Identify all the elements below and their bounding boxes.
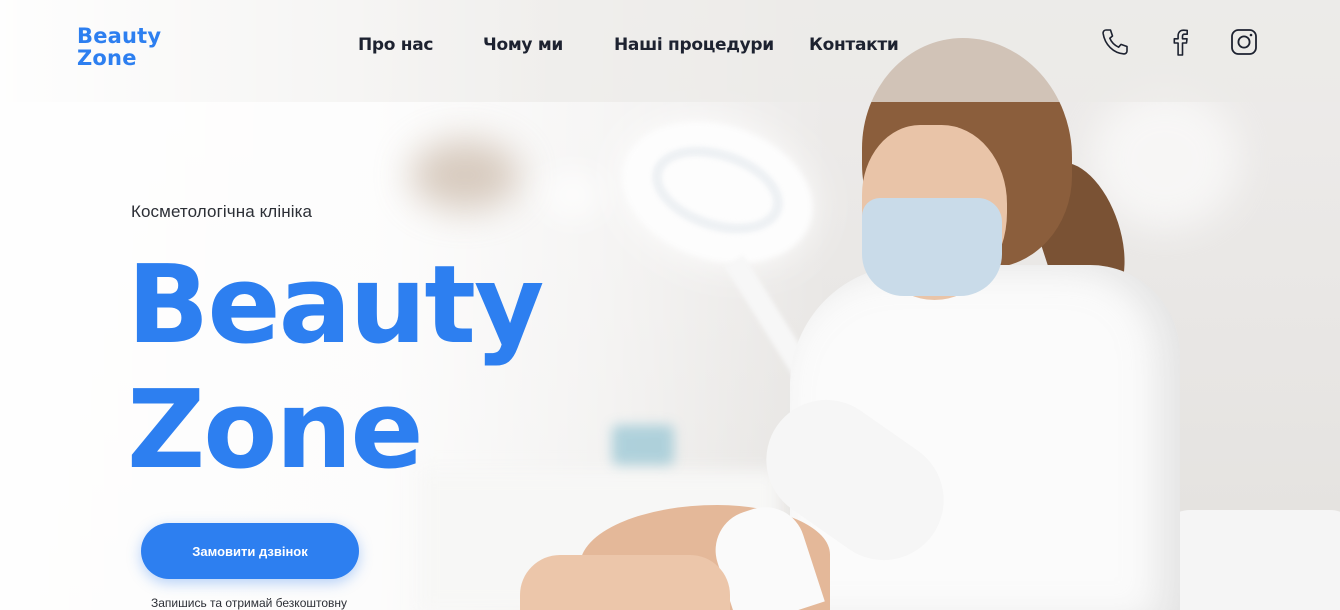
site-header: Beauty Zone Про нас Чому ми Наші процеду… [0,0,1340,102]
hero-title-line-1: Beauty [127,243,544,368]
hero-title: Beauty Zone [127,243,544,493]
hero-subtitle: Косметологічна клініка [131,202,313,221]
logo-line-2: Zone [77,46,137,70]
nav-procedures[interactable]: Наші процедури [614,35,774,55]
site-logo[interactable]: Beauty Zone [77,25,161,69]
phone-icon[interactable] [1097,24,1133,60]
hero-title-line-2: Zone [127,368,424,493]
nav-why-us[interactable]: Чому ми [483,35,563,55]
instagram-icon[interactable] [1226,24,1262,60]
cta-note: Запишись та отримай безкоштовну [151,596,348,610]
request-call-button[interactable]: Замовити дзвінок [141,523,359,579]
nav-contacts[interactable]: Контакти [809,35,899,55]
logo-line-1: Beauty [77,24,162,48]
facebook-icon[interactable] [1162,24,1198,60]
nav-about[interactable]: Про нас [358,35,434,55]
